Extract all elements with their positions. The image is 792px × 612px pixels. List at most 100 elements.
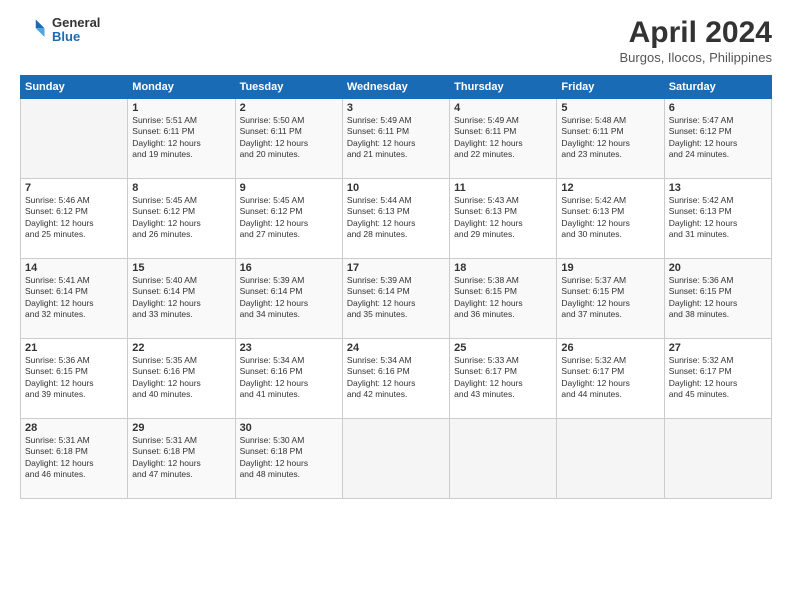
calendar-cell: 2Sunrise: 5:50 AM Sunset: 6:11 PM Daylig… — [235, 99, 342, 179]
week-row-4: 28Sunrise: 5:31 AM Sunset: 6:18 PM Dayli… — [21, 419, 772, 499]
day-info: Sunrise: 5:32 AM Sunset: 6:17 PM Dayligh… — [669, 355, 767, 401]
calendar-cell: 1Sunrise: 5:51 AM Sunset: 6:11 PM Daylig… — [128, 99, 235, 179]
logo-icon — [20, 16, 48, 44]
calendar-cell: 5Sunrise: 5:48 AM Sunset: 6:11 PM Daylig… — [557, 99, 664, 179]
day-info: Sunrise: 5:39 AM Sunset: 6:14 PM Dayligh… — [240, 275, 338, 321]
calendar-cell: 10Sunrise: 5:44 AM Sunset: 6:13 PM Dayli… — [342, 179, 449, 259]
calendar-cell: 29Sunrise: 5:31 AM Sunset: 6:18 PM Dayli… — [128, 419, 235, 499]
header-day-saturday: Saturday — [664, 76, 771, 99]
title-block: April 2024 Burgos, Ilocos, Philippines — [620, 16, 772, 65]
day-number: 28 — [25, 422, 123, 434]
header-day-friday: Friday — [557, 76, 664, 99]
day-info: Sunrise: 5:34 AM Sunset: 6:16 PM Dayligh… — [240, 355, 338, 401]
week-row-0: 1Sunrise: 5:51 AM Sunset: 6:11 PM Daylig… — [21, 99, 772, 179]
logo-general-text: General — [52, 16, 100, 30]
header-row: SundayMondayTuesdayWednesdayThursdayFrid… — [21, 76, 772, 99]
header-day-tuesday: Tuesday — [235, 76, 342, 99]
calendar-cell: 23Sunrise: 5:34 AM Sunset: 6:16 PM Dayli… — [235, 339, 342, 419]
calendar-cell: 20Sunrise: 5:36 AM Sunset: 6:15 PM Dayli… — [664, 259, 771, 339]
day-number: 30 — [240, 422, 338, 434]
day-number: 18 — [454, 262, 552, 274]
calendar-cell: 14Sunrise: 5:41 AM Sunset: 6:14 PM Dayli… — [21, 259, 128, 339]
day-info: Sunrise: 5:49 AM Sunset: 6:11 PM Dayligh… — [347, 115, 445, 161]
calendar-cell: 3Sunrise: 5:49 AM Sunset: 6:11 PM Daylig… — [342, 99, 449, 179]
day-number: 5 — [561, 102, 659, 114]
day-number: 17 — [347, 262, 445, 274]
day-number: 1 — [132, 102, 230, 114]
day-info: Sunrise: 5:50 AM Sunset: 6:11 PM Dayligh… — [240, 115, 338, 161]
logo: General Blue — [20, 16, 100, 45]
calendar-cell — [21, 99, 128, 179]
day-info: Sunrise: 5:38 AM Sunset: 6:15 PM Dayligh… — [454, 275, 552, 321]
header-day-monday: Monday — [128, 76, 235, 99]
calendar-cell: 26Sunrise: 5:32 AM Sunset: 6:17 PM Dayli… — [557, 339, 664, 419]
day-number: 23 — [240, 342, 338, 354]
logo-blue-text: Blue — [52, 30, 100, 44]
day-number: 26 — [561, 342, 659, 354]
calendar-cell — [450, 419, 557, 499]
day-info: Sunrise: 5:44 AM Sunset: 6:13 PM Dayligh… — [347, 195, 445, 241]
header-day-sunday: Sunday — [21, 76, 128, 99]
day-info: Sunrise: 5:45 AM Sunset: 6:12 PM Dayligh… — [132, 195, 230, 241]
calendar-title: April 2024 — [620, 16, 772, 50]
day-number: 20 — [669, 262, 767, 274]
calendar-subtitle: Burgos, Ilocos, Philippines — [620, 50, 772, 65]
day-info: Sunrise: 5:48 AM Sunset: 6:11 PM Dayligh… — [561, 115, 659, 161]
calendar-cell: 11Sunrise: 5:43 AM Sunset: 6:13 PM Dayli… — [450, 179, 557, 259]
calendar-cell: 18Sunrise: 5:38 AM Sunset: 6:15 PM Dayli… — [450, 259, 557, 339]
logo-text: General Blue — [52, 16, 100, 45]
header: General Blue April 2024 Burgos, Ilocos, … — [20, 16, 772, 65]
day-info: Sunrise: 5:39 AM Sunset: 6:14 PM Dayligh… — [347, 275, 445, 321]
day-info: Sunrise: 5:36 AM Sunset: 6:15 PM Dayligh… — [25, 355, 123, 401]
day-number: 7 — [25, 182, 123, 194]
day-number: 16 — [240, 262, 338, 274]
day-number: 15 — [132, 262, 230, 274]
day-number: 11 — [454, 182, 552, 194]
day-number: 24 — [347, 342, 445, 354]
calendar-cell: 30Sunrise: 5:30 AM Sunset: 6:18 PM Dayli… — [235, 419, 342, 499]
calendar-cell: 4Sunrise: 5:49 AM Sunset: 6:11 PM Daylig… — [450, 99, 557, 179]
day-info: Sunrise: 5:33 AM Sunset: 6:17 PM Dayligh… — [454, 355, 552, 401]
calendar-table: SundayMondayTuesdayWednesdayThursdayFrid… — [20, 75, 772, 499]
day-info: Sunrise: 5:31 AM Sunset: 6:18 PM Dayligh… — [132, 435, 230, 481]
day-number: 27 — [669, 342, 767, 354]
calendar-cell: 15Sunrise: 5:40 AM Sunset: 6:14 PM Dayli… — [128, 259, 235, 339]
day-info: Sunrise: 5:30 AM Sunset: 6:18 PM Dayligh… — [240, 435, 338, 481]
day-number: 6 — [669, 102, 767, 114]
day-number: 9 — [240, 182, 338, 194]
day-number: 4 — [454, 102, 552, 114]
day-info: Sunrise: 5:46 AM Sunset: 6:12 PM Dayligh… — [25, 195, 123, 241]
calendar-cell: 22Sunrise: 5:35 AM Sunset: 6:16 PM Dayli… — [128, 339, 235, 419]
header-day-thursday: Thursday — [450, 76, 557, 99]
day-info: Sunrise: 5:42 AM Sunset: 6:13 PM Dayligh… — [561, 195, 659, 241]
calendar-cell — [557, 419, 664, 499]
calendar-cell: 13Sunrise: 5:42 AM Sunset: 6:13 PM Dayli… — [664, 179, 771, 259]
day-info: Sunrise: 5:41 AM Sunset: 6:14 PM Dayligh… — [25, 275, 123, 321]
day-number: 10 — [347, 182, 445, 194]
week-row-1: 7Sunrise: 5:46 AM Sunset: 6:12 PM Daylig… — [21, 179, 772, 259]
calendar-cell — [342, 419, 449, 499]
calendar-cell: 28Sunrise: 5:31 AM Sunset: 6:18 PM Dayli… — [21, 419, 128, 499]
day-number: 2 — [240, 102, 338, 114]
day-info: Sunrise: 5:31 AM Sunset: 6:18 PM Dayligh… — [25, 435, 123, 481]
calendar-cell — [664, 419, 771, 499]
calendar-cell: 25Sunrise: 5:33 AM Sunset: 6:17 PM Dayli… — [450, 339, 557, 419]
day-info: Sunrise: 5:49 AM Sunset: 6:11 PM Dayligh… — [454, 115, 552, 161]
day-info: Sunrise: 5:43 AM Sunset: 6:13 PM Dayligh… — [454, 195, 552, 241]
calendar-cell: 12Sunrise: 5:42 AM Sunset: 6:13 PM Dayli… — [557, 179, 664, 259]
day-number: 12 — [561, 182, 659, 194]
calendar-cell: 7Sunrise: 5:46 AM Sunset: 6:12 PM Daylig… — [21, 179, 128, 259]
day-info: Sunrise: 5:34 AM Sunset: 6:16 PM Dayligh… — [347, 355, 445, 401]
day-number: 19 — [561, 262, 659, 274]
day-info: Sunrise: 5:36 AM Sunset: 6:15 PM Dayligh… — [669, 275, 767, 321]
day-info: Sunrise: 5:32 AM Sunset: 6:17 PM Dayligh… — [561, 355, 659, 401]
day-number: 3 — [347, 102, 445, 114]
calendar-cell: 19Sunrise: 5:37 AM Sunset: 6:15 PM Dayli… — [557, 259, 664, 339]
day-info: Sunrise: 5:42 AM Sunset: 6:13 PM Dayligh… — [669, 195, 767, 241]
day-info: Sunrise: 5:40 AM Sunset: 6:14 PM Dayligh… — [132, 275, 230, 321]
day-number: 29 — [132, 422, 230, 434]
day-number: 21 — [25, 342, 123, 354]
day-number: 8 — [132, 182, 230, 194]
header-day-wednesday: Wednesday — [342, 76, 449, 99]
calendar-cell: 17Sunrise: 5:39 AM Sunset: 6:14 PM Dayli… — [342, 259, 449, 339]
